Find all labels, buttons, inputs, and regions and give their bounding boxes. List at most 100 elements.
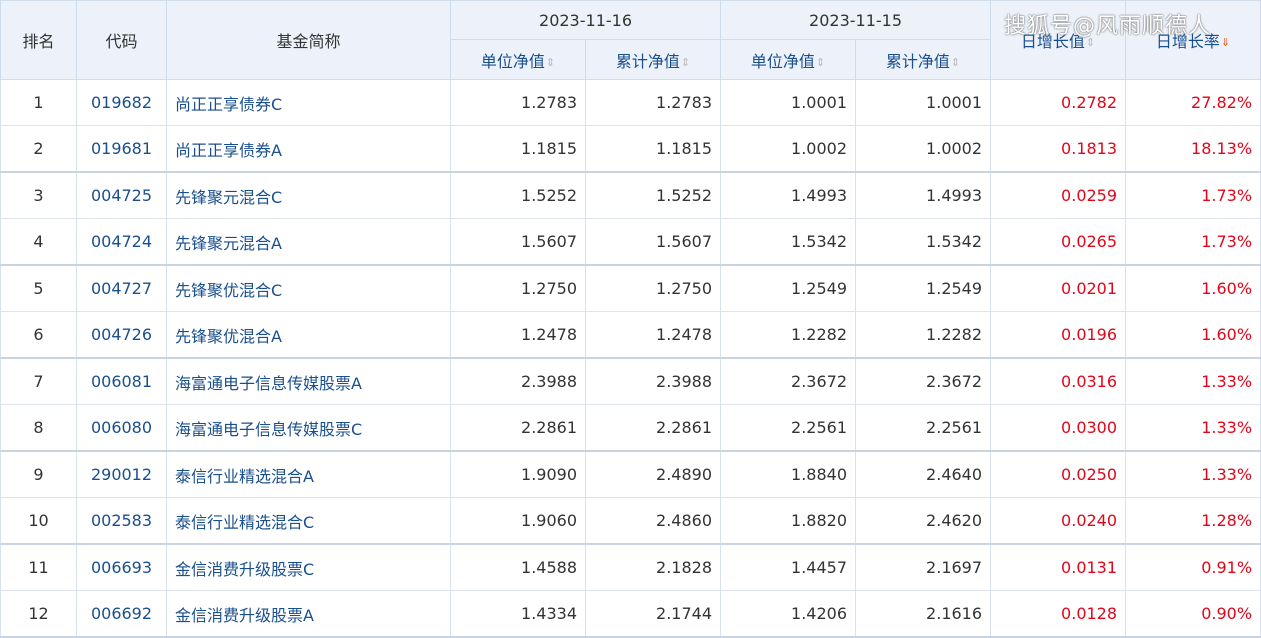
growth-rate-cell: 0.91%: [1125, 544, 1261, 591]
acc-nav-cell: 1.4993: [855, 172, 992, 219]
unit-nav-label: 单位净值: [750, 51, 815, 71]
acc-nav-cell: 2.4620: [855, 497, 992, 544]
fund-name-link[interactable]: 先锋聚优混合A: [166, 311, 451, 358]
fund-code-link[interactable]: 004724: [76, 218, 167, 265]
rank-cell: 6: [0, 311, 77, 358]
unit-nav-label: 单位净值: [480, 51, 545, 71]
code-header: 代码: [76, 0, 167, 80]
acc-nav-cell: 1.2750: [584, 265, 722, 312]
fund-name-link[interactable]: 先锋聚优混合C: [166, 265, 451, 312]
date1-header: 2023-11-16: [449, 0, 722, 40]
acc-nav-cell: 1.1815: [584, 125, 722, 172]
acc-nav-cell: 2.1616: [855, 590, 992, 637]
fund-name-link[interactable]: 泰信行业精选混合C: [166, 497, 451, 544]
unit-nav-header-1[interactable]: 单位净值⇕: [450, 39, 586, 80]
fund-name-link[interactable]: 先锋聚元混合A: [166, 218, 451, 265]
sort-desc-icon[interactable]: ⇓: [1221, 36, 1230, 49]
fund-name-link[interactable]: 泰信行业精选混合A: [166, 451, 451, 498]
sort-icon[interactable]: ⇕: [1086, 36, 1095, 49]
table-row: 2 019681 尚正正享债券A 1.1815 1.1815 1.0002 1.…: [0, 125, 1261, 172]
table-row: 10 002583 泰信行业精选混合C 1.9060 2.4860 1.8820…: [0, 497, 1261, 544]
growth-value-cell: 0.0196: [990, 311, 1127, 358]
unit-nav-header-2[interactable]: 单位净值⇕: [720, 39, 857, 80]
acc-nav-cell: 1.0002: [855, 125, 992, 172]
acc-nav-label: 累计净值: [615, 51, 680, 71]
growth-rate-cell: 1.33%: [1125, 404, 1261, 451]
fund-code-link[interactable]: 004727: [76, 265, 167, 312]
sort-icon[interactable]: ⇕: [546, 56, 555, 69]
table-row: 12 006692 金信消费升级股票A 1.4334 2.1744 1.4206…: [0, 590, 1261, 637]
table-row: 5 004727 先锋聚优混合C 1.2750 1.2750 1.2549 1.…: [0, 265, 1261, 312]
rank-cell: 3: [0, 172, 77, 219]
growth-value-cell: 0.0131: [990, 544, 1127, 591]
daily-growth-rate-header[interactable]: 日增长率⇓: [1125, 0, 1261, 80]
acc-nav-cell: 1.5252: [584, 172, 722, 219]
acc-nav-cell: 2.4890: [584, 451, 722, 498]
growth-value-cell: 0.0240: [990, 497, 1127, 544]
fund-name-link[interactable]: 先锋聚元混合C: [166, 172, 451, 219]
acc-nav-cell: 1.2549: [855, 265, 992, 312]
acc-nav-label: 累计净值: [885, 51, 950, 71]
rank-header: 排名: [0, 0, 77, 80]
daily-growth-value-header[interactable]: 日增长值⇕: [990, 0, 1127, 80]
acc-nav-cell: 2.4860: [584, 497, 722, 544]
fund-name-link[interactable]: 金信消费升级股票C: [166, 544, 451, 591]
sort-icon[interactable]: ⇕: [816, 56, 825, 69]
name-header: 基金简称: [166, 0, 451, 80]
growth-rate-cell: 1.60%: [1125, 265, 1261, 312]
unit-nav-cell: 1.2478: [450, 311, 586, 358]
growth-value-cell: 0.0259: [990, 172, 1127, 219]
rank-cell: 4: [0, 218, 77, 265]
unit-nav-cell: 1.2783: [450, 79, 586, 126]
rank-cell: 8: [0, 404, 77, 451]
fund-ranking-view: 排名 代码 基金简称 2023-11-16 2023-11-15 日增长值⇕ 日…: [0, 0, 1261, 637]
acc-nav-cell: 1.2478: [584, 311, 722, 358]
date2-header: 2023-11-15: [720, 0, 992, 40]
daily-growth-value-label: 日增长值: [1020, 32, 1085, 51]
table-row: 3 004725 先锋聚元混合C 1.5252 1.5252 1.4993 1.…: [0, 172, 1261, 219]
acc-nav-cell: 1.5342: [855, 218, 992, 265]
fund-name-link[interactable]: 尚正正享债券C: [166, 79, 451, 126]
sort-icon[interactable]: ⇕: [951, 56, 960, 69]
fund-name-link[interactable]: 海富通电子信息传媒股票C: [166, 404, 451, 451]
growth-rate-cell: 27.82%: [1125, 79, 1261, 126]
fund-code-link[interactable]: 004726: [76, 311, 167, 358]
acc-nav-cell: 2.3988: [584, 358, 722, 405]
unit-nav-cell: 1.0002: [720, 125, 857, 172]
table-row: 7 006081 海富通电子信息传媒股票A 2.3988 2.3988 2.36…: [0, 358, 1261, 405]
fund-code-link[interactable]: 006692: [76, 590, 167, 637]
fund-code-link[interactable]: 006693: [76, 544, 167, 591]
sort-icon[interactable]: ⇕: [681, 56, 690, 69]
fund-name-link[interactable]: 海富通电子信息传媒股票A: [166, 358, 451, 405]
unit-nav-cell: 1.5607: [450, 218, 586, 265]
fund-code-link[interactable]: 006080: [76, 404, 167, 451]
fund-code-link[interactable]: 002583: [76, 497, 167, 544]
growth-rate-cell: 1.33%: [1125, 358, 1261, 405]
growth-value-cell: 0.2782: [990, 79, 1127, 126]
fund-code-link[interactable]: 004725: [76, 172, 167, 219]
unit-nav-cell: 2.2861: [450, 404, 586, 451]
acc-nav-header-1[interactable]: 累计净值⇕: [584, 39, 722, 80]
unit-nav-cell: 1.8840: [720, 451, 857, 498]
table-row: 1 019682 尚正正享债券C 1.2783 1.2783 1.0001 1.…: [0, 79, 1261, 126]
unit-nav-cell: 2.3988: [450, 358, 586, 405]
fund-code-link[interactable]: 006081: [76, 358, 167, 405]
unit-nav-cell: 1.2549: [720, 265, 857, 312]
acc-nav-cell: 2.4640: [855, 451, 992, 498]
fund-code-link[interactable]: 019681: [76, 125, 167, 172]
table-row: 6 004726 先锋聚优混合A 1.2478 1.2478 1.2282 1.…: [0, 311, 1261, 358]
fund-code-link[interactable]: 019682: [76, 79, 167, 126]
unit-nav-cell: 1.2750: [450, 265, 586, 312]
fund-name-link[interactable]: 金信消费升级股票A: [166, 590, 451, 637]
acc-nav-cell: 1.2783: [584, 79, 722, 126]
rank-cell: 1: [0, 79, 77, 126]
unit-nav-cell: 1.4457: [720, 544, 857, 591]
acc-nav-header-2[interactable]: 累计净值⇕: [855, 39, 992, 80]
growth-rate-cell: 1.28%: [1125, 497, 1261, 544]
unit-nav-cell: 1.1815: [450, 125, 586, 172]
fund-name-link[interactable]: 尚正正享债券A: [166, 125, 451, 172]
fund-code-link[interactable]: 290012: [76, 451, 167, 498]
rank-cell: 7: [0, 358, 77, 405]
unit-nav-cell: 2.3672: [720, 358, 857, 405]
acc-nav-cell: 1.5607: [584, 218, 722, 265]
